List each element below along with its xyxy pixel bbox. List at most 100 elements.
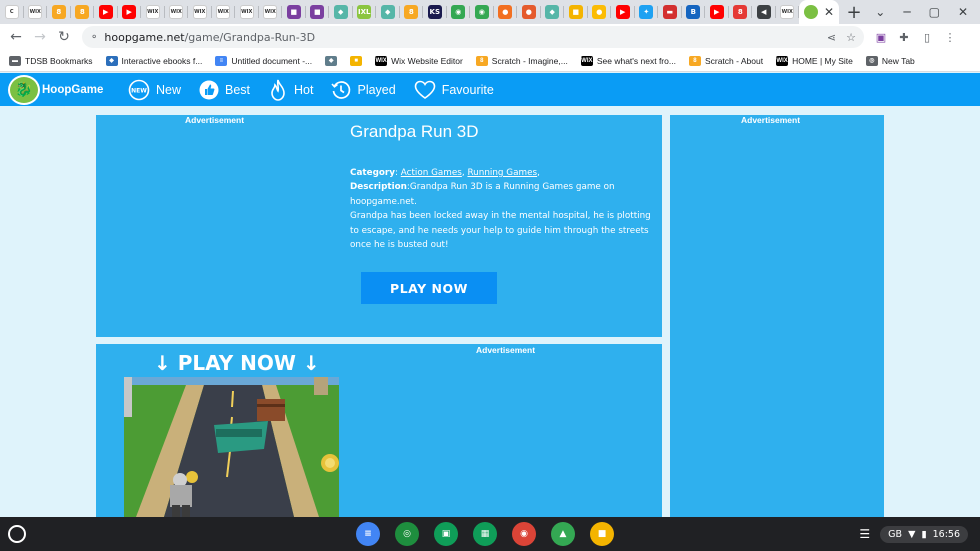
bookmark-item[interactable]: ≡ Untitled document -... [215, 55, 312, 66]
back-arrow-icon[interactable]: ← [4, 29, 28, 45]
sheets-icon[interactable]: ▦ [473, 522, 497, 546]
classroom-sync-icon[interactable]: ◎ [395, 522, 419, 546]
browser-tab[interactable]: ▶ [705, 0, 729, 24]
play-now-button[interactable]: PLAY NOW [361, 272, 497, 304]
browser-tab[interactable]: 8 [400, 0, 424, 24]
browser-tab[interactable]: ■ [564, 0, 588, 24]
browser-tab[interactable]: ◆ [541, 0, 565, 24]
browser-tab[interactable]: ◉ [447, 0, 471, 24]
browser-tab[interactable]: ✦ [635, 0, 659, 24]
bookmark-item[interactable]: ◎ New Tab [865, 55, 915, 66]
share-icon[interactable]: ⋖ [827, 31, 836, 44]
bookmark-item[interactable]: ◆ Interactive ebooks f... [105, 55, 202, 66]
browser-tab[interactable]: 8 [729, 0, 753, 24]
b-icon: B [686, 5, 701, 19]
address-bar[interactable]: ⚬ hoopgame.net/game/Grandpa-Run-3D ⋖ ☆ [82, 26, 864, 48]
nav-hot[interactable]: Hot [268, 79, 313, 101]
hoopgame-logo[interactable]: 🐉 HoopGame [0, 74, 128, 105]
bookmark-item[interactable]: 8 Scratch - About [688, 55, 763, 66]
browser-tab[interactable]: B [682, 0, 706, 24]
url-path: /game/Grandpa-Run-3D [184, 30, 316, 44]
system-tray[interactable]: GB ▼ ▮ 16:56 [880, 525, 968, 543]
forward-arrow-icon[interactable]: → [28, 29, 52, 45]
menu-dots-icon[interactable]: ⋮ [943, 30, 957, 44]
extensions-puzzle-icon[interactable]: ✚ [897, 30, 911, 44]
browser-tab[interactable]: ▶ [611, 0, 635, 24]
game-thumbnail[interactable] [124, 377, 339, 517]
category-link-running[interactable]: Running Games [467, 168, 537, 178]
browser-tab[interactable]: ● [517, 0, 541, 24]
browser-tab[interactable]: WIX [235, 0, 259, 24]
bookmark-item[interactable]: WIX See what's next fro... [580, 55, 676, 66]
tote-icon[interactable]: ☰ [859, 527, 870, 541]
side-panel-icon[interactable]: ▯ [920, 30, 934, 44]
wix-icon: WIX [192, 5, 207, 19]
browser-tab[interactable]: 8 [71, 0, 95, 24]
wix-icon: WIX [375, 55, 388, 66]
close-icon[interactable]: ✕ [958, 5, 968, 19]
minimize-icon[interactable]: ─ [903, 5, 910, 19]
extension-purple-icon[interactable]: ▣ [874, 30, 888, 44]
chrome-app-icon[interactable]: ◉ [512, 522, 536, 546]
bookmark-item[interactable]: ■ [350, 55, 363, 66]
window-controls: ⌄ ─ ▢ ✕ [875, 0, 980, 24]
nav-favourite[interactable]: Favourite [414, 80, 494, 100]
browser-tab[interactable]: ■ [306, 0, 330, 24]
bookmark-label: TDSB Bookmarks [25, 55, 93, 66]
browser-tab[interactable]: KS [423, 0, 447, 24]
new-tab-button[interactable]: + [839, 2, 869, 23]
browser-tab[interactable]: C [0, 0, 24, 24]
youtube-icon: ▶ [615, 5, 630, 19]
star-icon[interactable]: ☆ [846, 31, 856, 44]
browser-tab[interactable]: WIX [188, 0, 212, 24]
tab-close-icon[interactable]: ✕ [824, 5, 834, 19]
scratch-icon: 8 [688, 55, 701, 66]
slides-app-icon[interactable]: ■ [590, 522, 614, 546]
status-area[interactable]: ☰ GB ▼ ▮ 16:56 [859, 517, 980, 551]
browser-tab[interactable]: WIX [24, 0, 48, 24]
play-now-heading[interactable]: ↓ PLAY NOW ↓ [154, 351, 320, 375]
svg-text:NEW: NEW [131, 87, 147, 94]
launcher-icon[interactable] [8, 525, 26, 543]
wix-icon: WIX [239, 5, 254, 19]
nav-played[interactable]: Played [331, 80, 396, 100]
browser-tab[interactable]: ◀ [752, 0, 776, 24]
site-header: 🐉 HoopGame NEW New Best Hot Played Favou… [0, 73, 980, 106]
browser-tab[interactable]: WIX [165, 0, 189, 24]
browser-tab[interactable]: WIX [776, 0, 800, 24]
browser-tab[interactable]: WIX [259, 0, 283, 24]
maps-icon: ◉ [451, 5, 466, 19]
docs-app-icon[interactable]: ≡ [356, 522, 380, 546]
thumbs-up-icon [199, 80, 219, 99]
maximize-icon[interactable]: ▢ [929, 5, 940, 19]
browser-tab[interactable]: ● [494, 0, 518, 24]
browser-tab[interactable]: ▶ [118, 0, 142, 24]
browser-tab[interactable]: WIX [141, 0, 165, 24]
browser-tab[interactable]: IXL [353, 0, 377, 24]
chevron-down-icon[interactable]: ⌄ [875, 5, 885, 19]
browser-tab[interactable]: ▶ [94, 0, 118, 24]
browser-tab[interactable]: ◉ [470, 0, 494, 24]
site-info-icon[interactable]: ⚬ [90, 32, 98, 43]
drive-icon[interactable]: ▲ [551, 522, 575, 546]
long-description: Grandpa has been locked away in the ment… [350, 211, 651, 251]
bookmark-item[interactable]: ◆ [325, 55, 338, 66]
ad-label-bottom: Advertisement [476, 345, 536, 355]
browser-tab[interactable]: ◆ [329, 0, 353, 24]
bookmark-item[interactable]: 8 Scratch - Imagine,... [475, 55, 568, 66]
browser-tab[interactable]: 8 [47, 0, 71, 24]
browser-tab[interactable]: ◆ [376, 0, 400, 24]
browser-tab[interactable]: WIX [212, 0, 236, 24]
browser-tab[interactable]: ● [588, 0, 612, 24]
bookmark-item[interactable]: WIX HOME | My Site [776, 55, 853, 66]
active-tab[interactable]: ✕ [799, 0, 839, 24]
bookmark-item[interactable]: ▬ TDSB Bookmarks [9, 55, 93, 66]
bookmark-item[interactable]: WIX Wix Website Editor [375, 55, 463, 66]
category-link-action[interactable]: Action Games [401, 168, 462, 178]
browser-tab[interactable]: ▬ [658, 0, 682, 24]
classroom-icon[interactable]: ▣ [434, 522, 458, 546]
nav-best[interactable]: Best [199, 80, 250, 100]
nav-new[interactable]: NEW New [128, 79, 181, 101]
browser-tab[interactable]: ■ [282, 0, 306, 24]
reload-icon[interactable]: ↻ [52, 29, 76, 45]
